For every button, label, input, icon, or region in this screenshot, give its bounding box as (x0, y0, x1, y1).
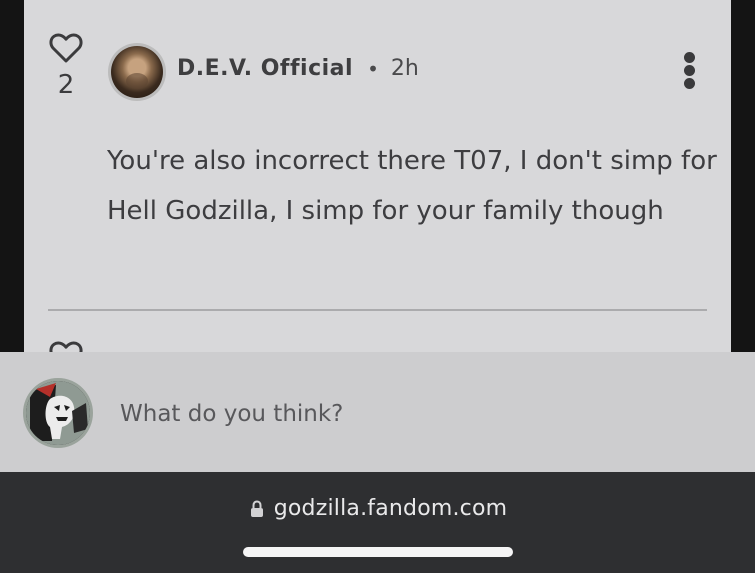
comment-meta: D.E.V. Official • 2h (177, 56, 419, 81)
author-name[interactable]: D.E.V. Official (177, 56, 353, 81)
comment-text: You're also incorrect there T07, I don't… (107, 146, 717, 226)
more-options-button[interactable] (677, 52, 701, 92)
comment-timestamp: 2h (390, 56, 419, 81)
author-avatar-image (111, 46, 163, 98)
current-user-avatar[interactable] (23, 378, 93, 448)
heart-outline-icon (49, 341, 83, 352)
page-gutter-right (731, 0, 755, 352)
comment-divider (48, 309, 707, 311)
page-gutter-left (0, 0, 24, 352)
heart-outline-icon[interactable] (49, 32, 83, 64)
home-indicator[interactable] (243, 547, 513, 557)
author-avatar[interactable] (108, 43, 166, 101)
meta-separator: • (367, 56, 379, 81)
next-comment-like-button[interactable] (49, 340, 85, 352)
url-display[interactable]: godzilla.fandom.com (0, 496, 755, 521)
url-text[interactable]: godzilla.fandom.com (274, 496, 508, 521)
comment-input[interactable] (120, 396, 720, 432)
comment-card: 2 D.E.V. Official • 2h You're also incor… (24, 0, 731, 352)
current-user-avatar-image (26, 381, 90, 445)
comment-compose-bar (0, 352, 755, 472)
vertical-ellipsis-icon (677, 52, 701, 89)
lock-icon (250, 499, 263, 517)
like-count: 2 (57, 70, 75, 100)
browser-address-bar: godzilla.fandom.com (0, 472, 755, 573)
like-button[interactable]: 2 (48, 32, 84, 100)
